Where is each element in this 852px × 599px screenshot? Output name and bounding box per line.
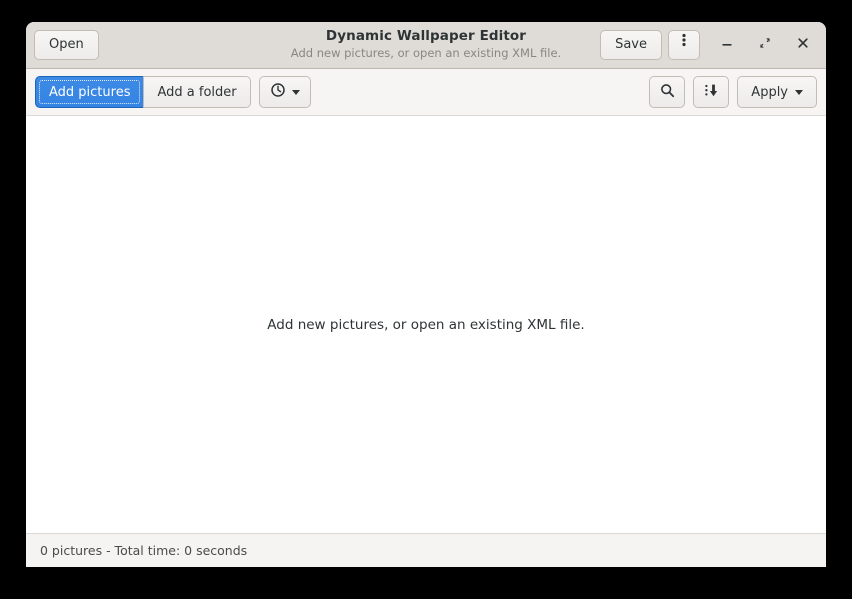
window-title: Dynamic Wallpaper Editor — [325, 28, 527, 45]
apply-label: Apply — [751, 84, 788, 100]
header-bar: Open Dynamic Wallpaper Editor Add new pi… — [26, 22, 826, 69]
add-pictures-label: Add pictures — [49, 84, 131, 100]
close-icon — [795, 35, 811, 55]
vertical-dots-icon — [676, 31, 692, 59]
toolbar-right-group: Apply — [649, 76, 817, 108]
add-pictures-button[interactable]: Add pictures — [35, 76, 144, 108]
chevron-down-icon — [291, 89, 300, 95]
window-subtitle: Add new pictures, or open an existing XM… — [290, 45, 562, 60]
header-right-group: Save — [600, 30, 818, 60]
time-settings-button[interactable] — [258, 76, 311, 108]
search-icon — [659, 82, 676, 103]
application-window: Open Dynamic Wallpaper Editor Add new pi… — [26, 22, 826, 567]
add-buttons-group: Add pictures Add a folder — [35, 76, 251, 108]
open-button[interactable]: Open — [34, 30, 99, 60]
minimize-icon — [719, 35, 735, 55]
search-button[interactable] — [649, 76, 686, 108]
status-bar: 0 pictures - Total time: 0 seconds — [26, 533, 826, 567]
clock-icon — [270, 82, 286, 102]
toolbar: Add pictures Add a folder Apply — [26, 69, 826, 116]
add-folder-button[interactable]: Add a folder — [143, 76, 251, 108]
content-area: Add new pictures, or open an existing XM… — [26, 116, 826, 533]
sort-button[interactable] — [693, 76, 730, 108]
minimize-button[interactable] — [712, 30, 742, 60]
empty-state-message: Add new pictures, or open an existing XM… — [267, 316, 585, 333]
close-button[interactable] — [788, 30, 818, 60]
save-button[interactable]: Save — [600, 30, 662, 60]
header-left-group: Open — [34, 30, 99, 60]
maximize-button[interactable] — [750, 30, 780, 60]
status-summary: 0 pictures - Total time: 0 seconds — [40, 543, 248, 558]
chevron-down-icon — [795, 89, 803, 95]
maximize-icon — [757, 35, 773, 55]
apply-button[interactable]: Apply — [737, 76, 817, 108]
sort-descending-icon — [703, 82, 720, 103]
main-menu-button[interactable] — [668, 30, 700, 60]
